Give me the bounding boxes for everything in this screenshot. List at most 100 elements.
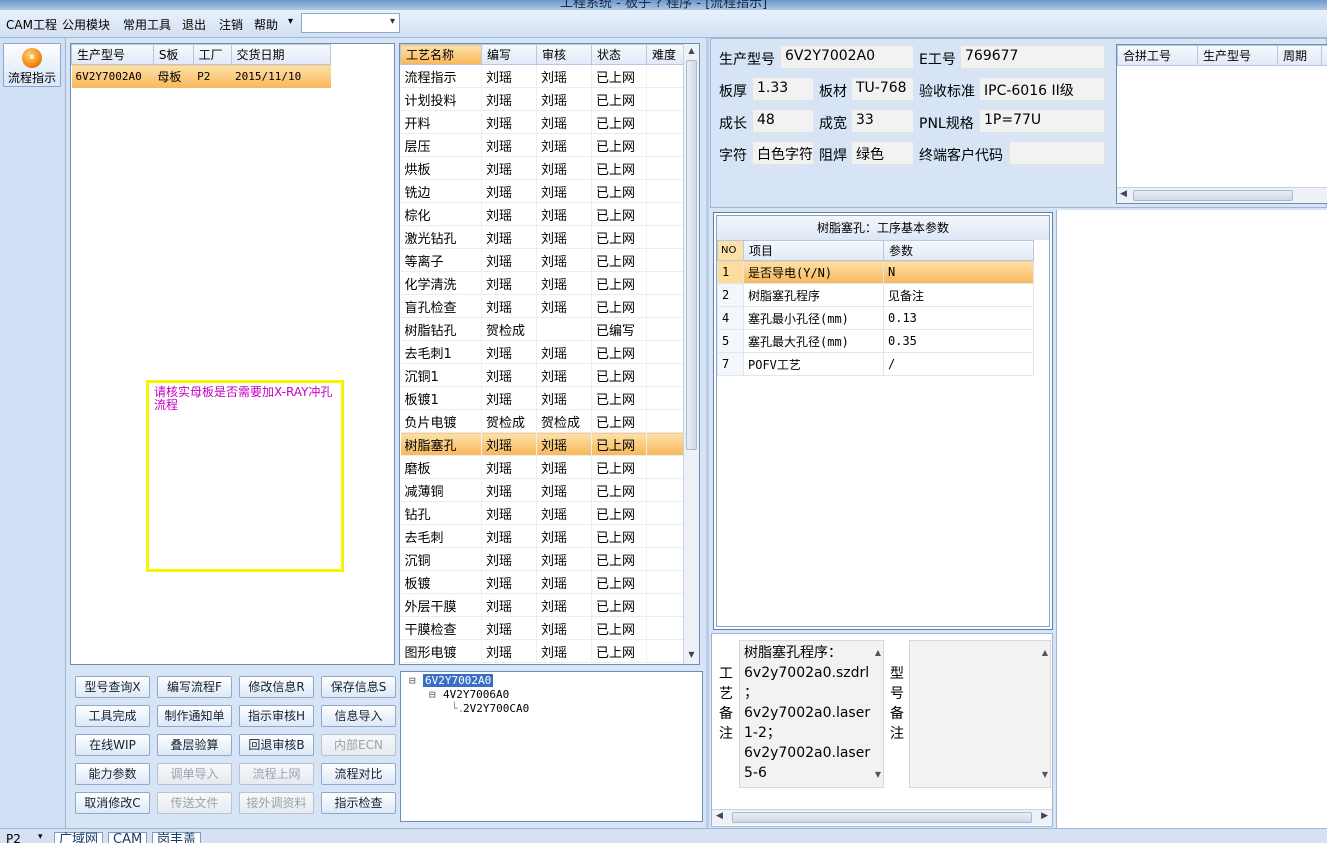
col-difficulty[interactable]: 难度 [646, 44, 684, 65]
remarks-scroll-thumb[interactable] [732, 812, 1032, 823]
process-scroll-thumb[interactable] [686, 60, 697, 450]
col-combo-job[interactable]: 合拼工号 [1117, 45, 1198, 66]
scroll-up-icon[interactable]: ▲ [1042, 643, 1048, 663]
process-row[interactable]: 板镀1 刘瑶 刘瑶 已上网 [400, 386, 684, 410]
param-row[interactable]: 4 塞孔最小孔径(mm) 0.13 [717, 306, 1034, 330]
tree-node-grandchild[interactable]: 2V2Y700CA0 [463, 702, 529, 715]
col-status[interactable]: 状态 [591, 44, 647, 65]
tree-expand-icon[interactable]: ⊟ [429, 688, 436, 701]
col-process-name[interactable]: 工艺名称 [400, 44, 482, 65]
process-row[interactable]: 板镀 刘瑶 刘瑶 已上网 [400, 570, 684, 594]
rollback-review-button[interactable]: 回退审核B [239, 734, 314, 756]
process-row[interactable]: 磨板 刘瑶 刘瑶 已上网 [400, 455, 684, 479]
col-combo-cycle[interactable]: 周期 [1277, 45, 1322, 66]
col-writer[interactable]: 编写 [481, 44, 537, 65]
width-field[interactable]: 33 [851, 109, 914, 133]
status-dropdown-icon[interactable]: ▾ [38, 832, 43, 842]
menu-logout[interactable]: 注销 [219, 16, 243, 33]
process-row[interactable]: 去毛刺1 刘瑶 刘瑶 已上网 [400, 340, 684, 364]
process-row[interactable]: 去毛刺 刘瑶 刘瑶 已上网 [400, 524, 684, 548]
combo-scroll-thumb[interactable] [1133, 190, 1293, 201]
tree-expand-icon[interactable]: ⊟ [409, 674, 416, 687]
model-field[interactable]: 6V2Y7002A0 [780, 45, 914, 69]
char-field[interactable]: 白色字符 [752, 141, 814, 165]
tree-node-root[interactable]: 6V2Y7002A0 [423, 674, 494, 687]
model-remark-box[interactable]: ▲ ▼ [909, 640, 1051, 788]
length-field[interactable]: 48 [752, 109, 814, 133]
scroll-up-icon[interactable]: ▲ [686, 46, 697, 56]
scroll-down-icon[interactable]: ▼ [875, 765, 881, 785]
process-row[interactable]: 计划投料 刘瑶 刘瑶 已上网 [400, 87, 684, 111]
process-row[interactable]: 干膜检查 刘瑶 刘瑶 已上网 [400, 616, 684, 640]
col-param[interactable]: 参数 [883, 240, 1034, 261]
process-row[interactable]: 化学清洗 刘瑶 刘瑶 已上网 [400, 271, 684, 295]
process-row[interactable]: 流程指示 刘瑶 刘瑶 已上网 [400, 64, 684, 88]
import-info-button[interactable]: 信息导入 [321, 705, 396, 727]
review-instruction-button[interactable]: 指示审核H [239, 705, 314, 727]
pnl-field[interactable]: 1P=77U [979, 109, 1105, 133]
col-delivery[interactable]: 交货日期 [230, 44, 332, 65]
col-item[interactable]: 项目 [743, 240, 884, 261]
col-factory[interactable]: 工厂 [192, 44, 232, 65]
standard-field[interactable]: IPC-6016 II级 [979, 77, 1105, 101]
send-file-button[interactable]: 传送文件 [157, 792, 232, 814]
check-instruction-button[interactable]: 指示检查 [321, 792, 396, 814]
process-row[interactable]: 减薄铜 刘瑶 刘瑶 已上网 [400, 478, 684, 502]
make-notice-button[interactable]: 制作通知单 [157, 705, 232, 727]
stack-calc-button[interactable]: 叠层验算 [157, 734, 232, 756]
col-combo-extra[interactable]: 字 [1321, 45, 1327, 66]
param-row[interactable]: 2 树脂塞孔程序 见备注 [717, 283, 1034, 307]
process-remark-box[interactable]: 树脂塞孔程序： 6v2y7002a0.szdrl ； 6v2y7002a0.laser… [739, 640, 884, 788]
order-row[interactable]: 6V2Y7002A0 母板 P2 2015/11/10 [71, 64, 331, 88]
scroll-left-icon[interactable]: ◀ [1120, 189, 1127, 199]
col-reviewer[interactable]: 审核 [536, 44, 592, 65]
process-row[interactable]: 铣边 刘瑶 刘瑶 已上网 [400, 179, 684, 203]
menu-dropdown[interactable] [301, 13, 400, 33]
tree-node-child[interactable]: 4V2Y7006A0 [443, 688, 509, 701]
col-model[interactable]: 生产型号 [71, 44, 154, 65]
process-row[interactable]: 盲孔检查 刘瑶 刘瑶 已上网 [400, 294, 684, 318]
process-row[interactable]: 树脂钻孔 贺检成 已编写 [400, 317, 684, 341]
model-query-button[interactable]: 型号查询X [75, 676, 150, 698]
capability-params-button[interactable]: 能力参数 [75, 763, 150, 785]
splitter[interactable] [706, 38, 709, 828]
cancel-edit-button[interactable]: 取消修改C [75, 792, 150, 814]
material-field[interactable]: TU-768 [851, 77, 914, 101]
flow-online-button[interactable]: 流程上网 [239, 763, 314, 785]
tab-cam[interactable]: CAM [108, 832, 148, 843]
menu-help-arrow-icon[interactable]: ▾ [288, 16, 293, 27]
menu-tools[interactable]: 常用工具 [123, 16, 171, 33]
col-sboard[interactable]: S板 [152, 44, 194, 65]
edit-info-button[interactable]: 修改信息R [239, 676, 314, 698]
process-row[interactable]: 棕化 刘瑶 刘瑶 已上网 [400, 202, 684, 226]
menu-exit[interactable]: 退出 [182, 16, 206, 33]
process-row[interactable]: 树脂塞孔 刘瑶 刘瑶 已上网 [400, 432, 684, 456]
param-row[interactable]: 7 POFV工艺 / [717, 352, 1034, 376]
receive-external-button[interactable]: 接外调资料 [239, 792, 314, 814]
mask-field[interactable]: 绿色 [851, 141, 914, 165]
import-order-button[interactable]: 调单导入 [157, 763, 232, 785]
process-row[interactable]: 负片电镀 贺检成 贺检成 已上网 [400, 409, 684, 433]
save-info-button[interactable]: 保存信息S [321, 676, 396, 698]
menu-cam[interactable]: CAM工程 [6, 16, 57, 33]
thickness-field[interactable]: 1.33 [752, 77, 814, 101]
flow-indicator-button[interactable]: ⏸ 流程指示 [3, 43, 61, 87]
process-row[interactable]: 图形电镀 刘瑶 刘瑶 已上网 [400, 639, 684, 663]
process-row[interactable]: 等离子 刘瑶 刘瑶 已上网 [400, 248, 684, 272]
online-wip-button[interactable]: 在线WIP [75, 734, 150, 756]
col-no[interactable]: NO [717, 240, 744, 261]
scroll-down-icon[interactable]: ▼ [686, 650, 697, 660]
remarks-hscrollbar[interactable]: ◀ ▶ [712, 809, 1052, 825]
client-field[interactable] [1009, 141, 1105, 165]
process-scrollbar[interactable]: ▲ ▼ [683, 44, 699, 664]
write-flow-button[interactable]: 编写流程F [157, 676, 232, 698]
param-row[interactable]: 1 是否导电(Y/N) N [717, 260, 1034, 284]
scroll-up-icon[interactable]: ▲ [875, 643, 881, 663]
combo-hscrollbar[interactable]: ◀ [1117, 187, 1327, 203]
process-row[interactable]: 烘板 刘瑶 刘瑶 已上网 [400, 156, 684, 180]
process-row[interactable]: 激光钻孔 刘瑶 刘瑶 已上网 [400, 225, 684, 249]
tab-wan[interactable]: 广域网 [54, 832, 104, 843]
param-row[interactable]: 5 塞孔最大孔径(mm) 0.35 [717, 329, 1034, 353]
process-row[interactable]: 沉铜1 刘瑶 刘瑶 已上网 [400, 363, 684, 387]
process-row[interactable]: 层压 刘瑶 刘瑶 已上网 [400, 133, 684, 157]
